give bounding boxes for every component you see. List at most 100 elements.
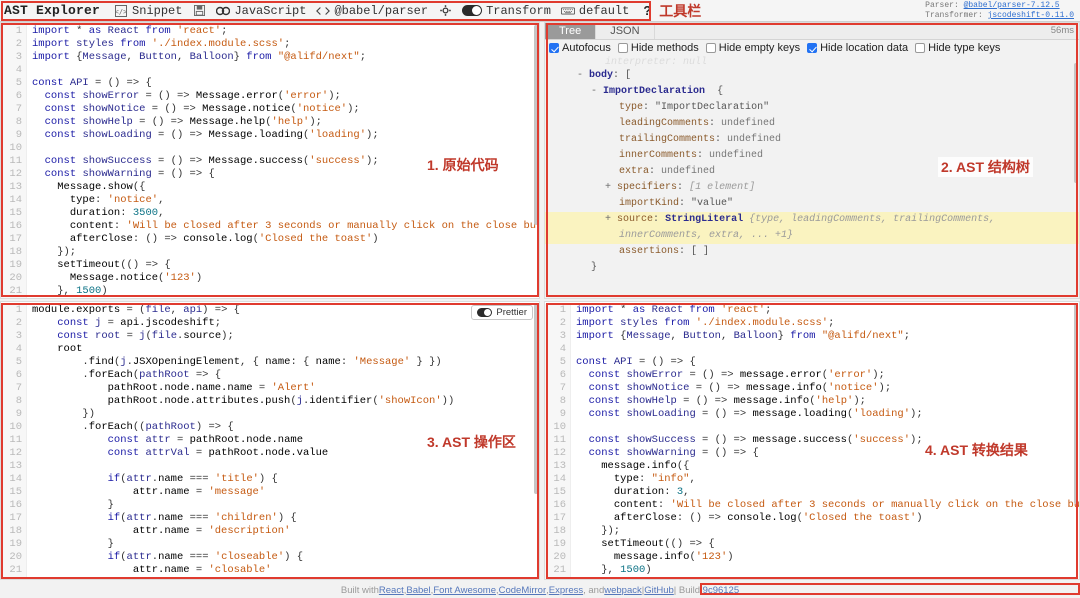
code-text: Message.notice('123') bbox=[27, 272, 539, 285]
code-text: const j = api.jscodeshift; bbox=[27, 317, 539, 330]
checkbox-icon[interactable] bbox=[618, 43, 628, 53]
ast-tree-row[interactable]: assertions: [ ] bbox=[545, 244, 1079, 260]
ast-tree-row[interactable]: type: "ImportDeclaration" bbox=[545, 100, 1079, 116]
line-number: 6 bbox=[1, 369, 27, 382]
parser-version-link[interactable]: @babel/parser-7.12.5 bbox=[964, 1, 1060, 10]
toolbar-settings[interactable] bbox=[438, 4, 452, 18]
code-text: } bbox=[27, 499, 539, 512]
footer-build-hash[interactable]: 9c96125 bbox=[703, 585, 739, 596]
checkbox-icon[interactable] bbox=[706, 43, 716, 53]
tree-scrollbar[interactable] bbox=[1073, 23, 1079, 298]
footer-link-babel[interactable]: Babel bbox=[406, 585, 430, 596]
line-number: 11 bbox=[545, 434, 571, 447]
line-number: 7 bbox=[1, 382, 27, 395]
line-number: 9 bbox=[545, 408, 571, 421]
ast-tree-row[interactable]: innerComments, extra, ... +1} bbox=[545, 228, 1079, 244]
tree-options-bar[interactable]: Autofocus Hide methods Hide empty keys Hide… bbox=[545, 40, 1079, 56]
tree-option-hide-type-keys[interactable]: Hide type keys bbox=[915, 42, 1000, 54]
line-number: 17 bbox=[545, 512, 571, 525]
code-text: content: 'Will be closed after 3 seconds… bbox=[27, 220, 539, 233]
prettier-switch-icon[interactable] bbox=[477, 308, 492, 317]
ast-tree-row[interactable]: - body: [ bbox=[545, 68, 1079, 84]
tree-option-hide-empty-keys[interactable]: Hide empty keys bbox=[706, 42, 800, 54]
line-number: 20 bbox=[1, 272, 27, 285]
line-number: 12 bbox=[1, 168, 27, 181]
ast-tree-row[interactable]: leadingComments: undefined bbox=[545, 116, 1079, 132]
output-line: 1import * as React from 'react'; bbox=[545, 304, 1079, 317]
code-text: const showLoading = () => message.loadin… bbox=[571, 408, 1079, 421]
tree-option-autofocus[interactable]: Autofocus bbox=[549, 42, 611, 54]
babel-infinity-icon bbox=[216, 4, 230, 18]
checkbox-icon[interactable] bbox=[549, 43, 559, 53]
line-number: 12 bbox=[1, 447, 27, 460]
toolbar-language[interactable]: JavaScript bbox=[216, 4, 306, 18]
tab-tree[interactable]: Tree bbox=[545, 23, 596, 39]
line-number: 15 bbox=[1, 486, 27, 499]
toolbar-parser[interactable]: @babel/parser bbox=[316, 4, 428, 18]
ast-tree-body[interactable]: interpreter: null- body: [- ImportDeclar… bbox=[545, 56, 1079, 298]
line-number: 7 bbox=[1, 103, 27, 116]
toolbar-keymap[interactable]: default bbox=[561, 4, 629, 18]
ast-tree-row[interactable]: importKind: "value" bbox=[545, 196, 1079, 212]
toggle-switch-on[interactable] bbox=[462, 5, 482, 16]
toolbar-save[interactable] bbox=[192, 4, 206, 18]
source-line: 15 duration: 3500, bbox=[1, 207, 539, 220]
footer-link-fontawesome[interactable]: Font Awesome bbox=[433, 585, 496, 596]
footer-link-codemirror[interactable]: CodeMirror bbox=[499, 585, 547, 596]
ast-tree-row[interactable]: + specifiers: [1 element] bbox=[545, 180, 1079, 196]
footer-build-label: | Build: bbox=[674, 585, 703, 596]
toolbar-snippet[interactable]: </> Snippet bbox=[114, 4, 182, 18]
prettier-toggle[interactable]: Prettier bbox=[471, 305, 533, 320]
line-number: 6 bbox=[1, 90, 27, 103]
tree-option-hide-methods[interactable]: Hide methods bbox=[618, 42, 699, 54]
footer-link-webpack[interactable]: webpack bbox=[604, 585, 642, 596]
output-line: 4 bbox=[545, 343, 1079, 356]
help-button[interactable]: ? bbox=[643, 3, 651, 18]
source-line: 10 bbox=[1, 142, 539, 155]
checkbox-icon[interactable] bbox=[807, 43, 817, 53]
line-number: 2 bbox=[1, 38, 27, 51]
footer-link-express[interactable]: Express bbox=[549, 585, 583, 596]
checkbox-icon[interactable] bbox=[915, 43, 925, 53]
footer-link-github[interactable]: GitHub bbox=[644, 585, 674, 596]
parse-timing: 56ms bbox=[1051, 25, 1074, 36]
code-text: }); bbox=[571, 525, 1079, 538]
tree-option-hide-location-data[interactable]: Hide location data bbox=[807, 42, 908, 54]
toolbar-transform-toggle[interactable]: Transform bbox=[462, 4, 551, 18]
code-text: afterClose: () => console.log('Closed th… bbox=[571, 512, 1079, 525]
code-text: type: "info", bbox=[571, 473, 1079, 486]
ast-tree-row[interactable]: - ImportDeclaration { bbox=[545, 84, 1079, 100]
line-number: 14 bbox=[1, 194, 27, 207]
source-scrollbar[interactable] bbox=[533, 23, 539, 298]
footer-link-react[interactable]: React bbox=[379, 585, 404, 596]
source-line: 5const API = () => { bbox=[1, 77, 539, 90]
tree-option-label: Autofocus bbox=[562, 42, 611, 54]
line-number: 17 bbox=[1, 233, 27, 246]
source-line: 18 }); bbox=[1, 246, 539, 259]
code-text: attr.name = 'closable' bbox=[27, 564, 539, 577]
code-text: } bbox=[27, 577, 539, 579]
gear-icon bbox=[438, 4, 452, 18]
tab-json[interactable]: JSON bbox=[596, 23, 654, 39]
output-line: 7 const showNotice = () => message.info(… bbox=[545, 382, 1079, 395]
footer-prefix: Built with bbox=[341, 585, 379, 596]
code-text: const API = () => { bbox=[27, 77, 539, 90]
ast-tree-row[interactable]: + source: StringLiteral {type, leadingCo… bbox=[545, 212, 1079, 228]
source-line: 3import {Message, Button, Balloon} from … bbox=[1, 51, 539, 64]
output-scrollbar[interactable] bbox=[1073, 302, 1079, 579]
annotation-tree: 2. AST 结构树 bbox=[938, 157, 1033, 177]
transform-line: 6 .forEach(pathRoot => { bbox=[1, 369, 539, 382]
ast-tree-row[interactable]: interpreter: null bbox=[545, 57, 1079, 68]
ast-tree-row[interactable]: } bbox=[545, 260, 1079, 276]
transformer-version-link[interactable]: jscodeshift-0.11.0 bbox=[988, 11, 1074, 20]
line-number: 11 bbox=[1, 155, 27, 168]
transform-line: 22 } bbox=[1, 577, 539, 579]
ast-tree-row[interactable]: trailingComments: undefined bbox=[545, 132, 1079, 148]
line-number: 18 bbox=[1, 246, 27, 259]
line-number: 10 bbox=[1, 142, 27, 155]
line-number: 21 bbox=[1, 564, 27, 577]
line-number: 15 bbox=[545, 486, 571, 499]
line-number: 1 bbox=[1, 25, 27, 38]
transform-scrollbar[interactable] bbox=[533, 302, 539, 579]
transform-line: 18 attr.name = 'description' bbox=[1, 525, 539, 538]
